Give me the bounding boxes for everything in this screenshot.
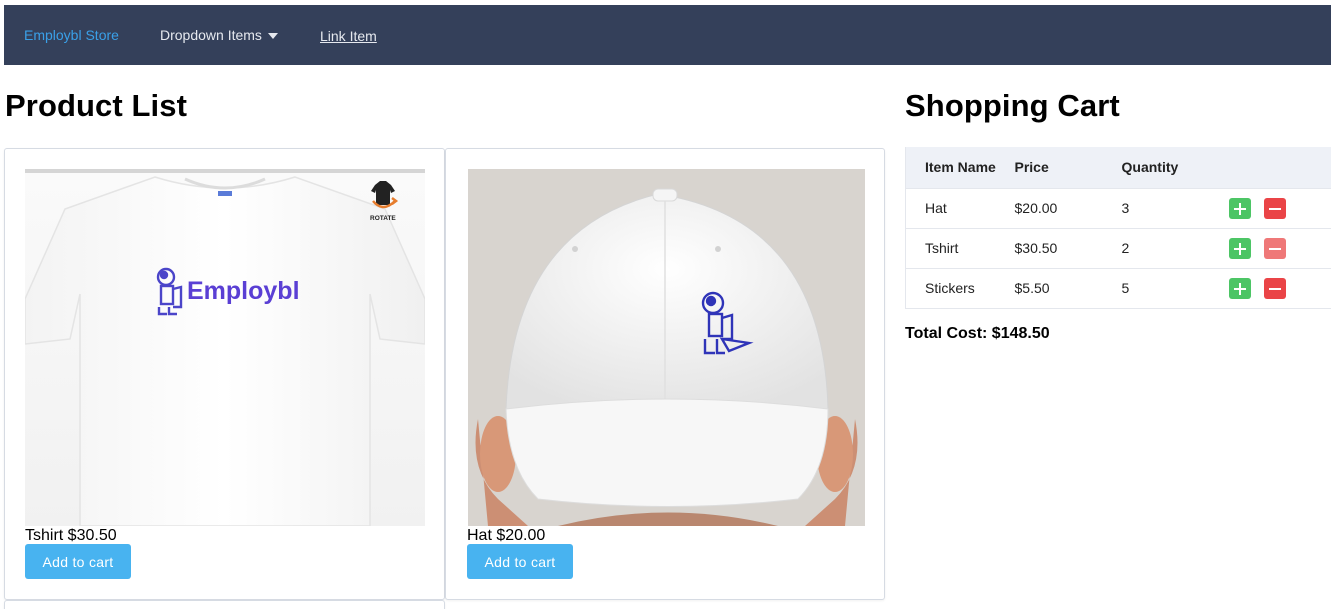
cart-total: Total Cost: $148.50: [905, 325, 1050, 342]
plus-icon[interactable]: [1228, 277, 1251, 299]
rotate-label: ROTATE: [370, 215, 396, 222]
navbar: Employbl Store Dropdown Items Link Item: [4, 5, 1331, 65]
caret-down-icon: [267, 32, 278, 39]
cart-item-price: $20.00: [1014, 187, 1122, 228]
cart-header-row: Item Name Price Quantity: [905, 147, 1331, 188]
product-list-title: Product List: [5, 88, 188, 123]
tshirt-brand-print: Employbl: [187, 277, 300, 305]
product-card-tshirt: Employbl ROTATE Tshirt $30.50 Add to car…: [4, 148, 445, 600]
column-header-price: Price: [1014, 147, 1122, 188]
cart-item-price: $5.50: [1014, 267, 1122, 309]
dropdown-menu-toggle[interactable]: Dropdown Items: [160, 27, 278, 43]
product-card-partial: [4, 600, 445, 609]
hat-image: [468, 169, 865, 526]
minus-icon[interactable]: [1263, 237, 1286, 259]
product-price-line: Tshirt $30.50: [25, 527, 117, 544]
minus-icon[interactable]: [1263, 197, 1286, 219]
cart-item-quantity: 5: [1121, 267, 1228, 309]
plus-icon[interactable]: [1228, 197, 1251, 219]
shopping-cart-title: Shopping Cart: [905, 88, 1120, 123]
column-header-quantity: Quantity: [1121, 147, 1228, 188]
product-card-hat: Hat $20.00 Add to cart: [445, 148, 885, 600]
tshirt-image: Employbl ROTATE: [25, 169, 425, 526]
nav-link-item[interactable]: Link Item: [320, 28, 377, 44]
add-to-cart-button[interactable]: Add to cart: [467, 544, 573, 579]
tshirt-rotate-icon: ROTATE: [370, 181, 399, 222]
product-price-line: Hat $20.00: [467, 527, 546, 544]
cart-item-actions: [1227, 187, 1331, 228]
table-row: Tshirt $30.50 2: [905, 227, 1331, 268]
table-row: Stickers $5.50 5: [905, 267, 1331, 309]
add-to-cart-button[interactable]: Add to cart: [25, 544, 131, 579]
cart-item-quantity: 3: [1121, 187, 1228, 228]
dropdown-label: Dropdown Items: [160, 27, 262, 43]
column-header-actions: [1227, 147, 1331, 188]
cart-item-actions: [1227, 267, 1331, 309]
table-row: Hat $20.00 3: [905, 187, 1331, 228]
cart-item-name: Tshirt: [905, 227, 1015, 268]
brand-link[interactable]: Employbl Store: [24, 27, 119, 43]
plus-icon[interactable]: [1228, 237, 1251, 259]
cart-table: Item Name Price Quantity Hat $20.00 3 Ts…: [905, 147, 1331, 309]
column-header-item-name: Item Name: [905, 147, 1015, 188]
minus-icon[interactable]: [1263, 277, 1286, 299]
cart-item-name: Stickers: [905, 267, 1015, 309]
cart-item-name: Hat: [905, 187, 1015, 228]
cart-item-quantity: 2: [1121, 227, 1228, 268]
cart-item-price: $30.50: [1014, 227, 1122, 268]
cart-item-actions: [1227, 227, 1331, 268]
